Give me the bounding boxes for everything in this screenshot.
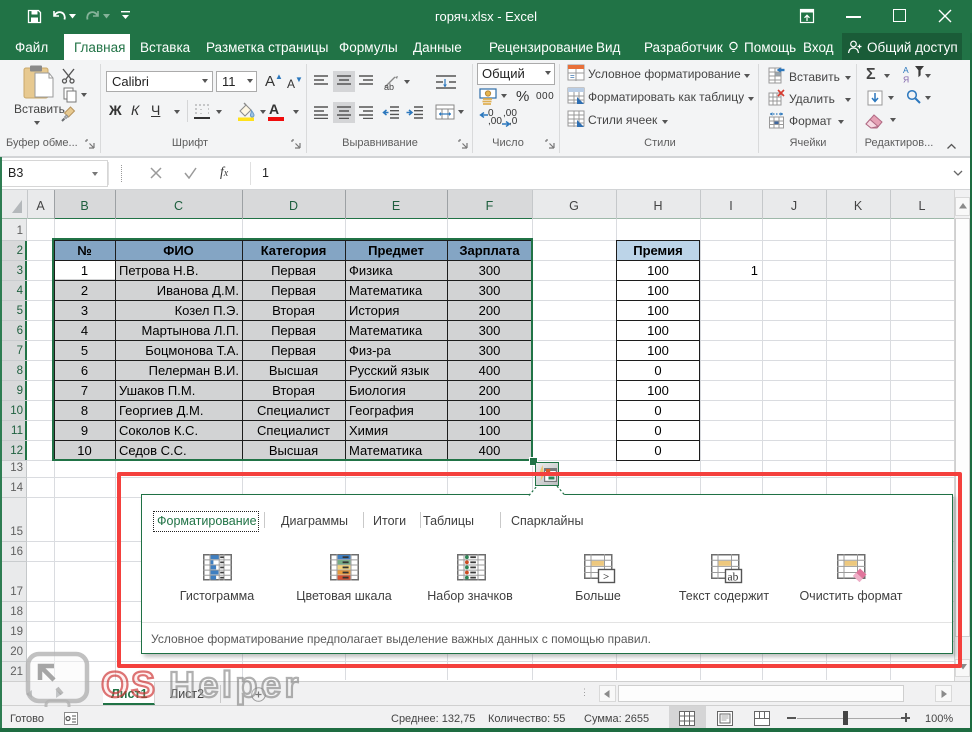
svg-text:=: = <box>570 72 575 81</box>
svg-text:ab: ab <box>384 82 394 91</box>
svg-text:Я: Я <box>903 75 909 84</box>
svg-text:А: А <box>903 65 909 75</box>
